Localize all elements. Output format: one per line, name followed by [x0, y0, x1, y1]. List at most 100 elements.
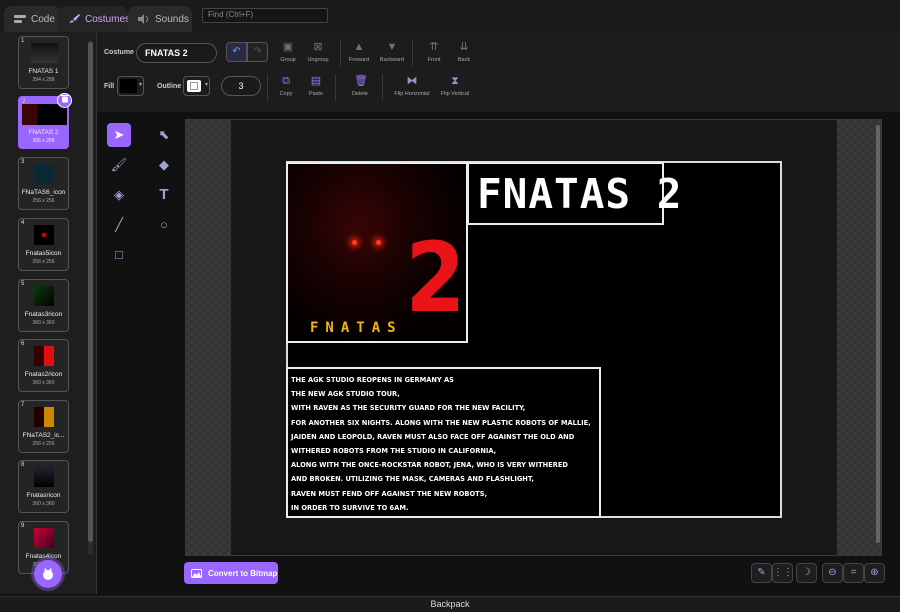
costume-name: Fnatas4icon — [25, 553, 62, 560]
ungroup-button[interactable]: ⊠ Ungroup — [299, 41, 337, 63]
artwork-title-box[interactable]: FNATAS 2 — [467, 162, 681, 225]
search-input[interactable]: Find (Ctrl+F) — [202, 8, 328, 23]
zoom-in-button[interactable]: ⊕ — [864, 563, 885, 583]
costume-name: Fnatas2ricon — [24, 371, 63, 378]
paste-label: Paste — [308, 91, 324, 97]
undo-button[interactable]: ↶ — [226, 42, 247, 62]
tab-costumes-label: Costumes — [85, 13, 131, 25]
brush-tool[interactable]: 🖌 — [107, 153, 131, 177]
tab-sounds-label: Sounds — [155, 13, 189, 25]
costume-thumbnail — [31, 43, 58, 63]
group-icon: ▣ — [282, 41, 294, 53]
costume-item-8[interactable]: 8 Fnatasricon 360 x 360 — [18, 460, 69, 513]
costume-item-4[interactable]: 4 Fnatas5icon 256 x 256 — [18, 218, 69, 271]
brush-mode-button[interactable]: ✎ — [751, 563, 772, 583]
outline-width-input[interactable]: 3 — [221, 76, 261, 96]
tab-sounds[interactable]: Sounds — [128, 6, 192, 32]
circle-icon: ○ — [160, 217, 168, 232]
redo-button[interactable]: ↷ — [247, 42, 268, 62]
delete-label: Delete — [352, 91, 368, 97]
back-button[interactable]: ⇊ Back — [445, 41, 483, 63]
fill-color-swatch — [120, 79, 137, 93]
top-tab-bar: Code Costumes Sounds Find (Ctrl+F) — [0, 0, 900, 32]
add-costume-button[interactable] — [34, 560, 62, 588]
eraser-tool[interactable]: ◆ — [152, 153, 176, 177]
delete-button[interactable]: 🗑 Delete — [341, 75, 379, 97]
costume-size: 256 x 256 — [32, 441, 55, 447]
description-line: THE AGK STUDIO REOPENS IN GERMANY AS — [291, 375, 454, 384]
arrow-bottom-icon: ⇊ — [459, 41, 469, 53]
arrow-top-icon: ⇈ — [429, 41, 439, 53]
costume-item-6[interactable]: 6 Fnatas2ricon 360 x 360 — [18, 339, 69, 392]
costume-item-3[interactable]: 3 FNaTAS6_icon 256 x 256 — [18, 157, 69, 210]
backward-button[interactable]: ▼ Backward — [373, 41, 411, 63]
convert-to-bitmap-button[interactable]: Convert to Bitmap — [184, 562, 278, 584]
brush-mode-icon: ✎ — [757, 567, 766, 578]
theme-toggle-button[interactable]: ☽ — [796, 563, 817, 583]
rectangle-tool[interactable]: □ — [107, 243, 131, 267]
flip-vertical-button[interactable]: ⧗ Flip Vertical — [436, 75, 474, 97]
glowing-eye — [352, 240, 357, 245]
description-line: WITH RAVEN AS THE SECURITY GUARD FOR THE… — [291, 403, 526, 413]
undo-icon: ↶ — [232, 46, 241, 57]
costume-name-input[interactable]: FNATAS 2 — [136, 43, 217, 63]
circle-tool[interactable]: ○ — [152, 213, 176, 237]
costume-item-1[interactable]: 1 FNATAS 1 394 x 288 — [18, 36, 69, 89]
costume-thumbnail — [34, 407, 54, 427]
backpack-bar[interactable]: Backpack — [0, 596, 900, 612]
costume-size: 256 x 256 — [32, 259, 55, 265]
costume-size: 360 x 360 — [32, 380, 55, 386]
canvas-vertical-scrollbar[interactable] — [876, 125, 880, 543]
costume-list-scrollbar[interactable] — [88, 42, 93, 542]
outline-color-picker[interactable]: ▾ — [183, 76, 210, 96]
flip-horizontal-label: Flip Horizontal — [394, 91, 430, 97]
select-tool[interactable]: ➤ — [107, 123, 131, 147]
redo-icon: ↷ — [253, 46, 262, 57]
zoom-out-button[interactable]: ⊖ — [822, 563, 843, 583]
text-icon: T — [159, 186, 169, 203]
grid-mode-button[interactable]: ⋮⋮ — [772, 563, 793, 583]
arrow-down-icon: ▼ — [386, 41, 398, 53]
costume-number: 5 — [21, 281, 25, 287]
glowing-eye — [376, 240, 381, 245]
costume-name: FNATAS 2 — [28, 129, 59, 136]
text-tool[interactable]: T — [152, 183, 176, 207]
line-tool[interactable]: ╱ — [107, 213, 131, 237]
fill-label: Fill — [104, 83, 115, 90]
costume-number: 1 — [21, 38, 25, 44]
fill-tool[interactable]: ◈ — [107, 183, 131, 207]
costume-label: Costume — [104, 49, 134, 56]
description-line: IN ORDER TO SURVIVE TO 6AM. — [291, 502, 409, 512]
costume-name: Fnatas5icon — [25, 250, 62, 257]
paint-toolbar — [97, 32, 900, 112]
cat-plus-icon — [43, 568, 53, 580]
moon-icon: ☽ — [802, 567, 811, 578]
zoom-out-icon: ⊖ — [828, 567, 837, 578]
artwork-title: FNATAS 2 — [477, 170, 683, 218]
delete-costume-button[interactable] — [57, 93, 72, 108]
zoom-reset-button[interactable]: = — [843, 563, 864, 583]
poster-image[interactable]: 2 FNATAS — [286, 162, 468, 343]
costume-item-7[interactable]: 7 FNaTAS2_ic... 256 x 256 — [18, 400, 69, 453]
costume-thumbnail — [34, 225, 54, 245]
flip-vertical-label: Flip Vertical — [440, 91, 470, 97]
costume-name: FNaTAS6_icon — [21, 189, 66, 196]
caret-down-icon: ▾ — [204, 82, 208, 88]
description-line: WITHERED ROBOTS FROM THE STUDIO IN CALIF… — [291, 446, 497, 456]
paste-button[interactable]: ▤ Paste — [297, 75, 335, 97]
artwork-description-box[interactable]: THE AGK STUDIO REOPENS IN GERMANY AS THE… — [286, 367, 601, 518]
tab-code[interactable]: Code — [4, 6, 60, 32]
costume-item-5[interactable]: 5 Fnatas3ricon 360 x 360 — [18, 279, 69, 332]
image-icon — [191, 568, 202, 578]
flip-vertical-icon: ⧗ — [451, 75, 459, 87]
flip-horizontal-button[interactable]: ⧓ Flip Horizontal — [392, 75, 432, 97]
speaker-icon — [138, 14, 150, 24]
costume-name: Fnatas3ricon — [24, 311, 63, 318]
toolbar-divider — [335, 74, 336, 100]
tab-costumes[interactable]: Costumes — [58, 6, 131, 32]
costume-name: FNATAS 1 — [28, 68, 59, 75]
costume-thumbnail — [34, 286, 54, 306]
description-line: ALONG WITH THE ONCE-ROCKSTAR ROBOT, JENA… — [291, 460, 568, 470]
fill-color-picker[interactable]: ▾ — [117, 76, 144, 96]
reshape-tool[interactable]: ⬉ — [152, 123, 176, 147]
